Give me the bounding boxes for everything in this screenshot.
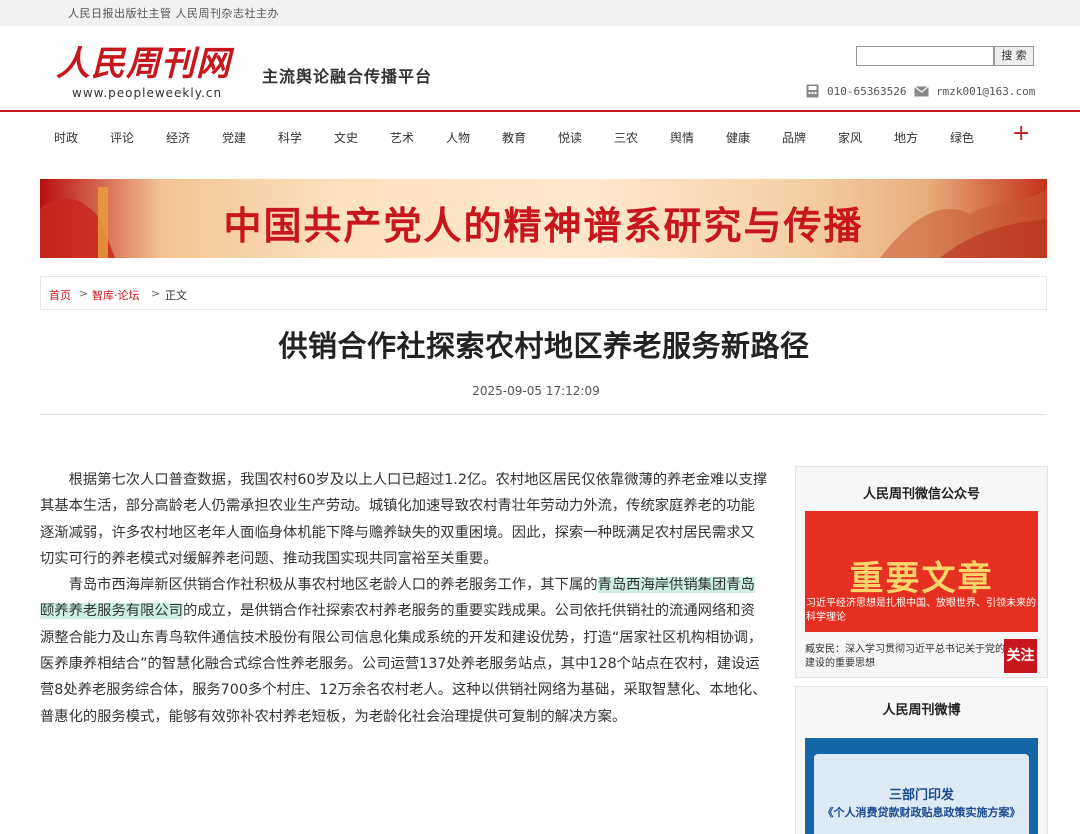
nav-item[interactable]: 文史 (334, 129, 358, 146)
article-date: 2025-09-05 17:12:09 (472, 384, 600, 398)
paragraph-text: 的成立，是供销合作社探索农村养老服务的重要实践成果。公司依托供销社的流通网络和资… (40, 603, 767, 725)
breadcrumb-home[interactable]: 首页 (49, 287, 71, 303)
breadcrumb-separator: > (79, 287, 89, 300)
mail-icon (914, 86, 929, 97)
breadcrumb-separator: > (151, 287, 161, 300)
nav-item[interactable]: 舆情 (670, 129, 694, 146)
nav-more-button[interactable]: + (1012, 122, 1030, 146)
email-address[interactable]: rmzk001@163.com (936, 85, 1035, 98)
weibo-card-panel: 三部门印发 《个人消费贷款财政贴息政策实施方案》 (814, 754, 1029, 834)
article-paragraph: 根据第七次人口普查数据，我国农村60岁及以上人口已超过1.2亿。农村地区居民仅依… (40, 472, 768, 567)
follow-button[interactable]: 关注 (1004, 639, 1037, 673)
wechat-card-title: 重要文章 (849, 559, 994, 599)
top-bar: 人民日报出版社主管 人民周刊杂志社主办 (0, 0, 1080, 26)
wechat-feature-card[interactable]: 重要文章 习近平经济思想是扎根中国、放眼世界、引领未来的科学理论 (805, 511, 1038, 632)
nav-item[interactable]: 时政 (54, 129, 78, 146)
nav-item[interactable]: 评论 (110, 129, 134, 146)
wechat-card-caption: 习近平经济思想是扎根中国、放眼世界、引领未来的科学理论 (806, 598, 1036, 623)
banner-title: 中国共产党人的精神谱系研究与传播 (223, 203, 864, 248)
phone-number: 010-65363526 (827, 85, 907, 98)
nav-item[interactable]: 三农 (614, 129, 638, 146)
nav-item[interactable]: 健康 (726, 129, 750, 146)
nav-item[interactable]: 人物 (446, 129, 470, 146)
nav-item[interactable]: 教育 (502, 129, 526, 146)
site-slogan: 主流舆论融合传播平台 (262, 67, 433, 86)
phone-icon (806, 84, 819, 98)
nav-item[interactable]: 悦读 (558, 129, 582, 146)
weibo-feature-card[interactable]: 三部门印发 《个人消费贷款财政贴息政策实施方案》 (805, 738, 1038, 834)
breadcrumb-current: 正文 (165, 289, 187, 302)
nav-item[interactable]: 家风 (838, 129, 862, 146)
main-nav: 时政 评论 经济 党建 科学 文史 艺术 人物 教育 悦读 三农 舆情 健康 品… (40, 112, 1040, 160)
search-input[interactable] (856, 46, 994, 66)
site-logo[interactable]: 人民周刊网 (56, 36, 231, 85)
wechat-panel-title: 人民周刊微信公众号 (862, 487, 980, 502)
search-button[interactable]: 搜 索 (994, 46, 1034, 66)
nav-item[interactable]: 党建 (222, 129, 246, 146)
article-body: 根据第七次人口普查数据，我国农村60岁及以上人口已超过1.2亿。农村地区居民仅依… (40, 467, 768, 730)
weibo-card-subtitle: 《个人消费贷款财政贴息政策实施方案》 (822, 806, 1021, 819)
nav-item[interactable]: 绿色 (950, 129, 974, 146)
nav-item[interactable]: 科学 (278, 129, 302, 146)
title-divider (40, 414, 1047, 415)
nav-item[interactable]: 地方 (894, 129, 918, 146)
feature-banner[interactable]: 中国共产党人的精神谱系研究与传播 (40, 179, 1047, 258)
site-url: www.peopleweekly.cn (72, 86, 223, 100)
nav-item[interactable]: 经济 (166, 129, 190, 146)
weibo-panel-title: 人民周刊微博 (882, 703, 961, 718)
article-paragraph: 青岛市西海岸新区供销合作社积极从事农村地区老龄人口的养老服务工作，其下属的青岛西… (40, 572, 768, 730)
breadcrumb-section[interactable]: 智库·论坛 (92, 287, 140, 303)
breadcrumb: 首页 > 智库·论坛 > 正文 (40, 276, 1047, 310)
wechat-panel: 人民周刊微信公众号 重要文章 习近平经济思想是扎根中国、放眼世界、引领未来的科学… (795, 466, 1048, 678)
publisher-text: 人民日报出版社主管 人民周刊杂志社主办 (68, 7, 279, 20)
article-title: 供销合作社探索农村地区养老服务新路径 (278, 329, 810, 363)
wechat-news-link[interactable]: 臧安民：深入学习贯彻习近平总书记关于党的建设的重要思想 (805, 643, 1005, 671)
weibo-card-title: 三部门印发 (888, 788, 954, 803)
site-header: 人民周刊网 www.peopleweekly.cn 主流舆论融合传播平台 搜 索… (0, 26, 1080, 112)
paragraph-text: 青岛市西海岸新区供销合作社积极从事农村地区老龄人口的养老服务工作，其下属的 (68, 577, 598, 594)
nav-item[interactable]: 艺术 (390, 129, 414, 146)
nav-item[interactable]: 品牌 (782, 129, 806, 146)
weibo-panel: 人民周刊微博 三部门印发 《个人消费贷款财政贴息政策实施方案》 (795, 686, 1048, 834)
